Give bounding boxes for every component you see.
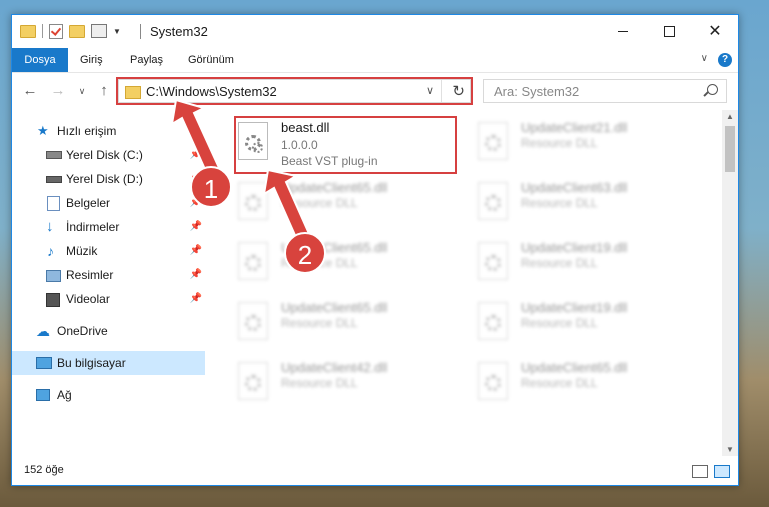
step-1-badge: 1 <box>190 166 232 208</box>
arrow-to-address-bar <box>170 98 222 178</box>
annotation-arrows <box>170 98 312 244</box>
step-2-badge: 2 <box>284 232 326 274</box>
